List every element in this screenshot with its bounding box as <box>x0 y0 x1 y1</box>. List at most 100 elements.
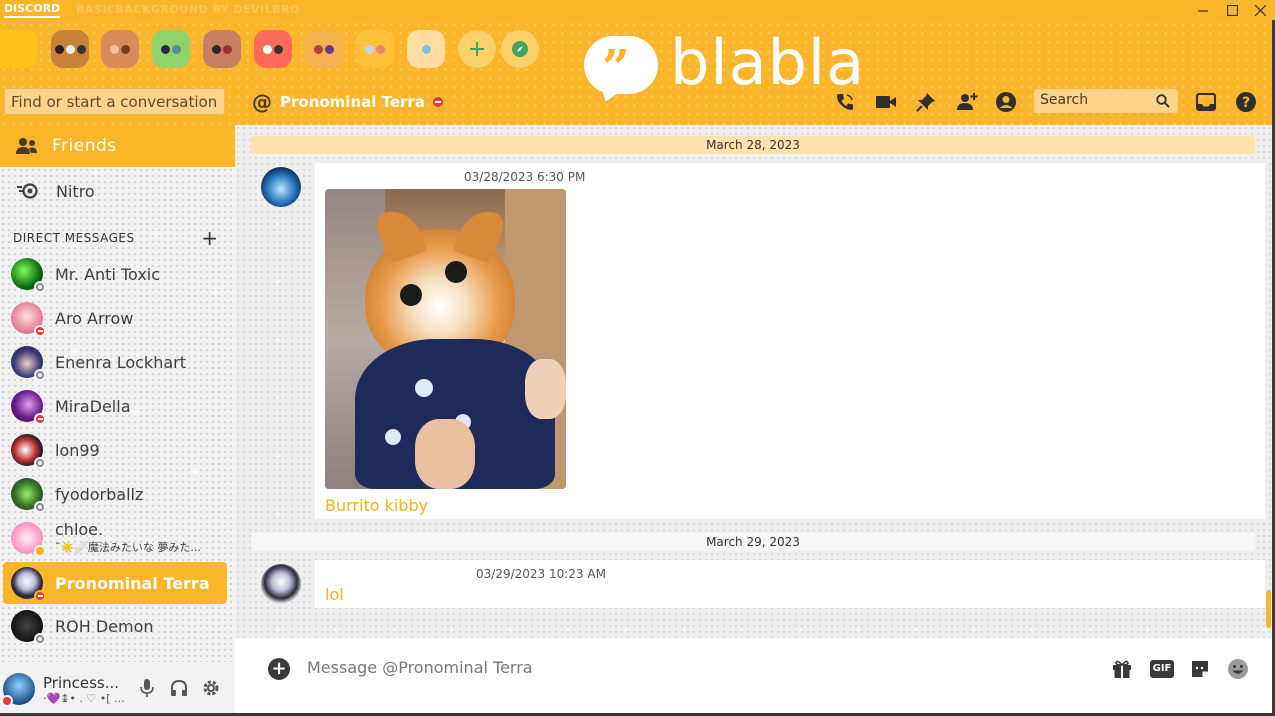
minimize-icon <box>1198 10 1208 12</box>
dm-item-mr-anti-toxic[interactable]: Mr. Anti Toxic <box>3 253 227 295</box>
search-icon <box>1156 94 1170 108</box>
video-call-button[interactable] <box>874 90 898 114</box>
dm-item-lon99[interactable]: lon99 <box>3 429 227 471</box>
gif-button[interactable]: GIF <box>1150 658 1174 680</box>
dnd-status-icon <box>34 590 46 602</box>
dm-item-roh-demon[interactable]: ROH Demon <box>3 605 227 647</box>
dm-item-miradella[interactable]: MiraDella <box>3 385 227 427</box>
friends-label: Friends <box>52 136 117 156</box>
gift-icon <box>1113 660 1131 678</box>
channel-name: Pronominal Terra <box>280 93 425 111</box>
date-divider: March 28, 2023 <box>251 136 1255 154</box>
microphone-icon <box>140 679 154 697</box>
message-author-avatar[interactable] <box>261 564 301 604</box>
compass-icon <box>512 41 528 57</box>
avatar <box>11 567 46 602</box>
plus-icon <box>470 42 484 56</box>
at-icon: @ <box>252 90 272 114</box>
message: 03/29/2023 10:23 AM lol <box>315 560 1265 608</box>
maximize-button[interactable] <box>1217 0 1247 20</box>
server-icon[interactable] <box>51 30 89 68</box>
gift-button[interactable] <box>1110 658 1134 680</box>
title-bar: DISCORD BASICBACKGROUND BY DEVILBRO <box>0 0 1275 20</box>
blabla-logo: ” blabla <box>582 26 922 100</box>
inbox-button[interactable] <box>1194 90 1218 114</box>
server-icon[interactable] <box>152 30 190 68</box>
date-divider: March 29, 2023 <box>251 533 1255 551</box>
username: Princess... <box>43 673 120 692</box>
find-conversation-input[interactable]: Find or start a conversation <box>4 88 225 115</box>
nitro-icon <box>17 183 38 199</box>
dnd-status-icon <box>432 97 443 107</box>
avatar <box>11 434 46 469</box>
inbox-icon <box>1196 93 1216 111</box>
dm-item-pronominal-terra[interactable]: Pronominal Terra <box>3 562 227 604</box>
offline-status-icon <box>34 369 46 381</box>
close-icon <box>1254 4 1266 16</box>
pin-icon <box>916 93 935 112</box>
add-friends-to-dm-button[interactable] <box>955 90 979 114</box>
avatar <box>11 390 46 425</box>
app-window: DISCORD BASICBACKGROUND BY DEVILBRO ” bl… <box>0 0 1275 716</box>
deafen-button[interactable] <box>169 678 189 698</box>
header-search-input[interactable]: Search <box>1034 89 1178 113</box>
svg-text:?: ? <box>1242 95 1250 111</box>
help-button[interactable]: ? <box>1234 90 1258 114</box>
dm-item-fyodorballz[interactable]: fyodorballz <box>3 473 227 515</box>
dm-item-aro-arrow[interactable]: Aro Arrow <box>3 297 227 339</box>
cat-image-attachment[interactable] <box>325 189 566 489</box>
channel-header: @ Pronominal Terra <box>252 90 443 114</box>
gear-icon <box>203 680 219 696</box>
emoji-button[interactable] <box>1226 658 1250 680</box>
dm-item-chloe[interactable]: chloe. ˜☀️🩹魔法みたいな 夢みた... <box>3 517 227 559</box>
user-profile-button[interactable] <box>994 90 1018 114</box>
upload-button[interactable]: + <box>268 658 290 680</box>
minimize-button[interactable] <box>1188 0 1218 20</box>
direct-messages-header: DIRECT MESSAGES + <box>13 228 218 248</box>
dnd-status-icon <box>34 413 46 425</box>
message-text: Burrito kibby <box>325 496 429 515</box>
server-icon[interactable] <box>356 30 394 68</box>
nitro-nav-item[interactable]: Nitro <box>0 175 235 207</box>
message-timestamp: 03/28/2023 6:30 PM <box>464 170 586 184</box>
user-settings-button[interactable] <box>201 678 221 698</box>
voice-call-button[interactable] <box>833 90 857 114</box>
friends-icon <box>16 138 37 154</box>
message-timestamp: 03/29/2023 10:23 AM <box>476 567 606 581</box>
dnd-status-icon <box>34 325 46 337</box>
sticker-button[interactable] <box>1188 658 1212 680</box>
emoji-icon <box>1228 659 1248 679</box>
video-camera-icon <box>876 96 896 108</box>
user-avatar[interactable] <box>1 673 35 707</box>
pinned-messages-button[interactable] <box>914 90 938 114</box>
add-user-icon <box>957 93 978 110</box>
mute-button[interactable] <box>137 678 157 698</box>
avatar <box>11 522 46 557</box>
close-button[interactable] <box>1245 0 1275 20</box>
avatar <box>11 478 46 513</box>
user-custom-status: ·💜↨• . ♡ •[ ... <box>43 691 125 705</box>
message-author-avatar[interactable] <box>261 167 301 207</box>
avatar <box>11 346 46 381</box>
phone-icon <box>837 94 853 110</box>
dm-item-enenra-lockhart[interactable]: Enenra Lockhart <box>3 341 227 383</box>
message-text: lol <box>325 585 344 604</box>
friends-nav-item[interactable]: Friends <box>0 125 235 167</box>
server-icon[interactable] <box>101 30 139 68</box>
direct-messages-title: DIRECT MESSAGES <box>13 231 135 245</box>
profile-icon <box>996 92 1016 112</box>
server-icon[interactable] <box>305 30 343 68</box>
avatar <box>11 258 46 293</box>
explore-servers-button[interactable] <box>501 30 539 68</box>
add-server-button[interactable] <box>458 30 496 68</box>
server-icon[interactable] <box>203 30 241 68</box>
server-icon[interactable] <box>407 30 445 68</box>
message: 03/28/2023 6:30 PM Burrito kibby <box>315 163 1265 519</box>
avatar <box>11 610 46 645</box>
chat-scrollbar[interactable] <box>1266 590 1271 628</box>
headphones-icon <box>171 679 187 696</box>
home-button[interactable] <box>0 30 38 68</box>
message-input[interactable]: Message @Pronominal Terra <box>307 658 533 677</box>
server-icon[interactable] <box>254 30 292 68</box>
create-dm-button[interactable]: + <box>201 228 218 248</box>
